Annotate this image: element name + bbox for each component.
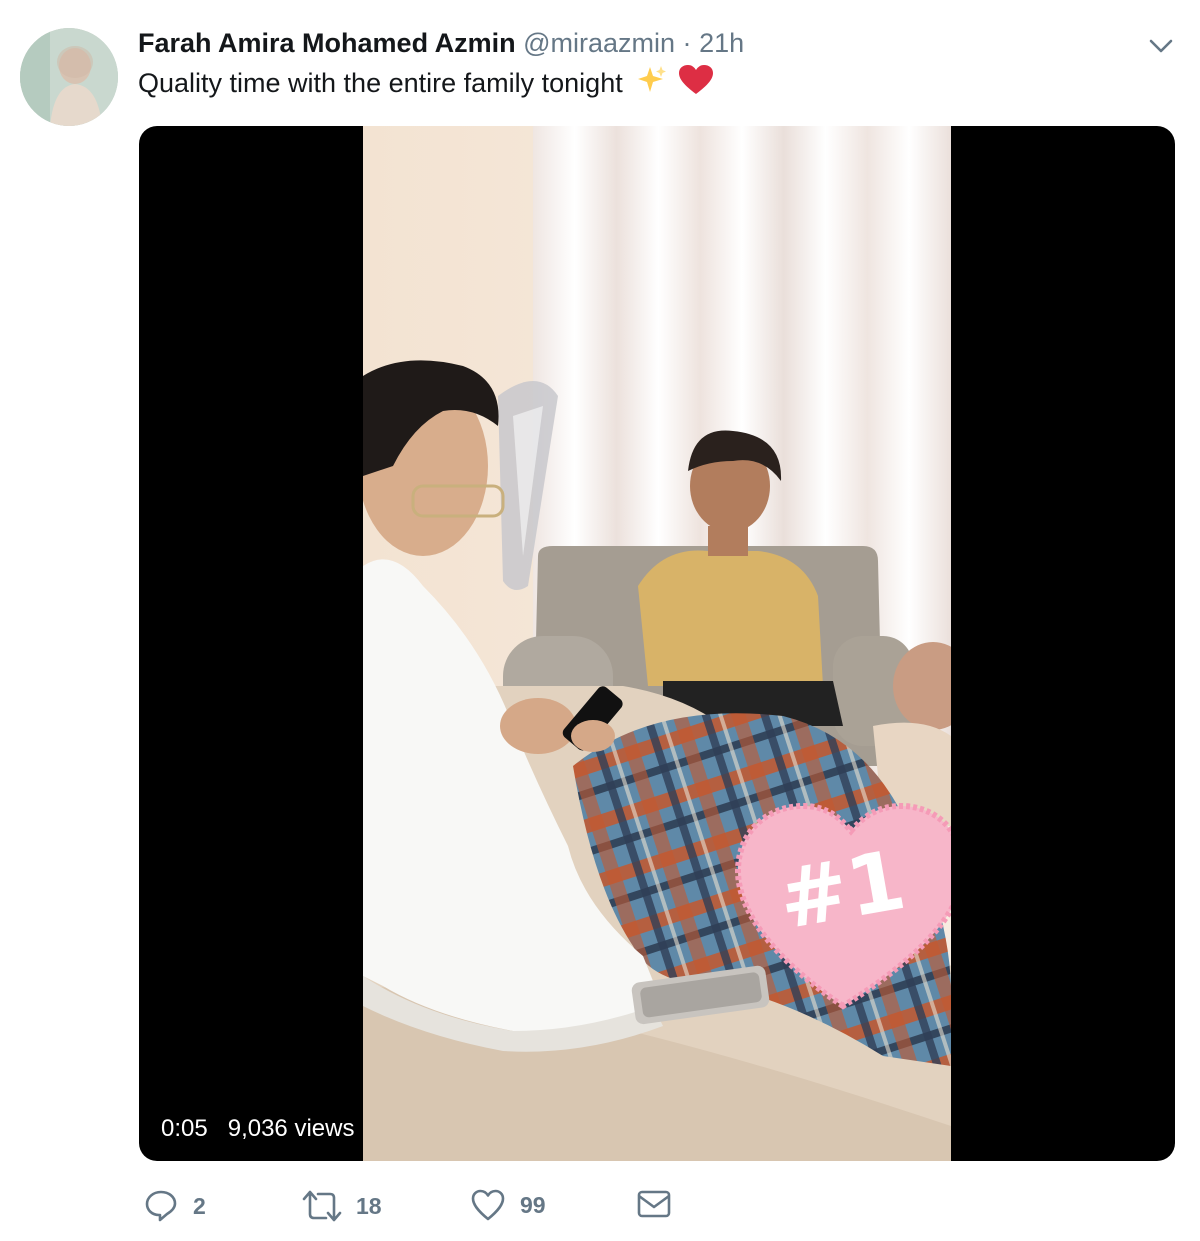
video-duration: 0:05 bbox=[153, 1111, 216, 1147]
video-player[interactable]: #1 0:05 9,036 views bbox=[139, 126, 1175, 1161]
like-button[interactable]: 99 bbox=[470, 1188, 546, 1222]
retweet-button[interactable]: 18 bbox=[302, 1188, 382, 1224]
avatar[interactable] bbox=[20, 28, 118, 126]
tweet-actions: 2 18 99 bbox=[140, 1188, 680, 1232]
sparkles-icon bbox=[636, 64, 668, 106]
separator-dot: · bbox=[682, 28, 692, 58]
envelope-icon bbox=[636, 1188, 672, 1220]
reply-button[interactable]: 2 bbox=[143, 1188, 206, 1224]
retweet-icon bbox=[302, 1188, 342, 1224]
tweet-body: Quality time with the entire family toni… bbox=[138, 68, 623, 99]
direct-message-button[interactable] bbox=[636, 1188, 672, 1220]
reply-icon bbox=[143, 1188, 179, 1224]
retweet-count: 18 bbox=[356, 1192, 382, 1219]
tweet-header: Farah Amira Mohamed Azmin @miraazmin · 2… bbox=[138, 26, 744, 60]
video-frame[interactable]: #1 bbox=[363, 126, 951, 1161]
heart-icon bbox=[470, 1188, 506, 1222]
tweet-text: Quality time with the entire family toni… bbox=[138, 64, 714, 106]
chevron-down-icon[interactable] bbox=[1146, 34, 1176, 58]
view-count: 9,036 views bbox=[219, 1111, 363, 1147]
author-handle[interactable]: @miraazmin bbox=[523, 28, 675, 58]
like-count: 99 bbox=[520, 1191, 546, 1218]
author-name[interactable]: Farah Amira Mohamed Azmin bbox=[138, 28, 516, 58]
reply-count: 2 bbox=[193, 1192, 206, 1219]
red-heart-icon bbox=[678, 64, 714, 106]
tweet-time[interactable]: 21h bbox=[699, 28, 744, 58]
video-info: 0:05 9,036 views bbox=[153, 1111, 363, 1147]
